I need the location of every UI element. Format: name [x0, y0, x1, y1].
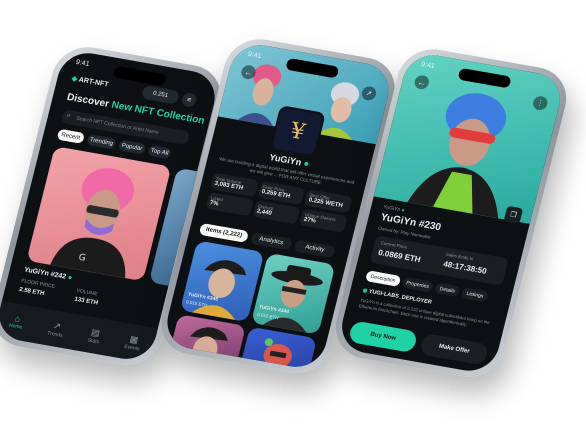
tab-label: Top All: [150, 147, 170, 157]
item-card[interactable]: YuGiYn #345 0.015 ETH: [179, 240, 265, 323]
tab-trending[interactable]: Trending: [86, 133, 117, 150]
tab-recent[interactable]: Recent: [56, 128, 85, 144]
tab-label: Analytics: [258, 236, 284, 247]
hat-avatar-art: [262, 264, 323, 333]
item-card[interactable]: [169, 314, 247, 365]
status-time: 9:41: [75, 58, 91, 69]
price-value: 0.0869 ETH: [377, 247, 422, 265]
tab-activity[interactable]: Activity: [293, 239, 336, 259]
volume-label: VOLUME: [75, 287, 99, 298]
tab-properties[interactable]: Properties: [401, 276, 434, 293]
tab-items[interactable]: Items (2,222): [198, 222, 250, 243]
nav-stats[interactable]: ▤ Stats: [87, 326, 102, 345]
verified-icon: ●: [302, 158, 311, 169]
tab-description[interactable]: Description: [365, 270, 402, 287]
floor-value: 2.58 ETH: [18, 286, 45, 298]
tab-analytics[interactable]: Analytics: [250, 231, 293, 251]
tab-label: Listings: [465, 290, 485, 300]
nav-trends[interactable]: ↗ Trends: [47, 319, 66, 338]
tab-label: Activity: [304, 244, 325, 254]
verified-icon: ●: [400, 207, 406, 214]
nav-label: Stats: [87, 336, 100, 345]
cap-avatar-art: [191, 260, 247, 320]
menu-icon[interactable]: ≡: [180, 91, 198, 108]
tab-label: Popular: [121, 142, 143, 152]
tab-label: Details: [439, 285, 456, 295]
tab-label: Items (2,222): [205, 226, 243, 239]
heading-plain: Discover: [65, 91, 111, 110]
nft-card-image[interactable]: Ǥ: [26, 146, 172, 282]
pink-hair-avatar-art: Ǥ: [50, 168, 135, 279]
make-offer-button[interactable]: Make Offer: [418, 332, 490, 366]
collection-logo-icon: ¥: [269, 105, 326, 158]
avatar-art: [189, 327, 228, 362]
verified-icon: ●: [67, 274, 73, 282]
buy-now-button[interactable]: Buy Now: [347, 320, 419, 354]
offer-label: Make Offer: [438, 343, 471, 355]
wallet-chip[interactable]: 0.251: [141, 84, 180, 105]
robot-avatar-art: [263, 338, 292, 368]
nav-label: Events: [123, 343, 141, 352]
sale-ends-value: 48:17:38:50: [442, 259, 488, 276]
buy-label: Buy Now: [369, 331, 397, 342]
item-card[interactable]: [240, 326, 318, 372]
tab-label: Description: [370, 273, 397, 284]
nav-label: Home: [8, 322, 23, 331]
dynamic-island: [112, 65, 167, 87]
bottom-nav: ⌂ Home ↗ Trends ▤ Stats ▦ Events: [0, 300, 158, 364]
tab-popular[interactable]: Popular: [117, 139, 147, 155]
tab-top-all[interactable]: Top All: [147, 144, 172, 160]
wallet-balance: 0.251: [152, 90, 169, 100]
brand-name: ART-NFT: [77, 76, 110, 89]
tab-label: Recent: [60, 131, 81, 141]
tab-label: Trending: [89, 136, 114, 147]
tab-label: Properties: [405, 279, 430, 290]
item-card[interactable]: YuGiYn #344 0.015 ETH: [250, 252, 336, 335]
nav-home[interactable]: ⌂ Home: [8, 313, 25, 331]
tab-listings[interactable]: Listings: [460, 287, 490, 303]
tab-details[interactable]: Details: [434, 282, 461, 298]
brand-logo: ◆ ART-NFT: [71, 74, 109, 88]
nav-label: Trends: [46, 329, 64, 339]
volume-value: 133 ETH: [73, 296, 99, 307]
search-icon: ⌕: [65, 111, 72, 120]
nav-events[interactable]: ▦ Events: [124, 333, 143, 352]
